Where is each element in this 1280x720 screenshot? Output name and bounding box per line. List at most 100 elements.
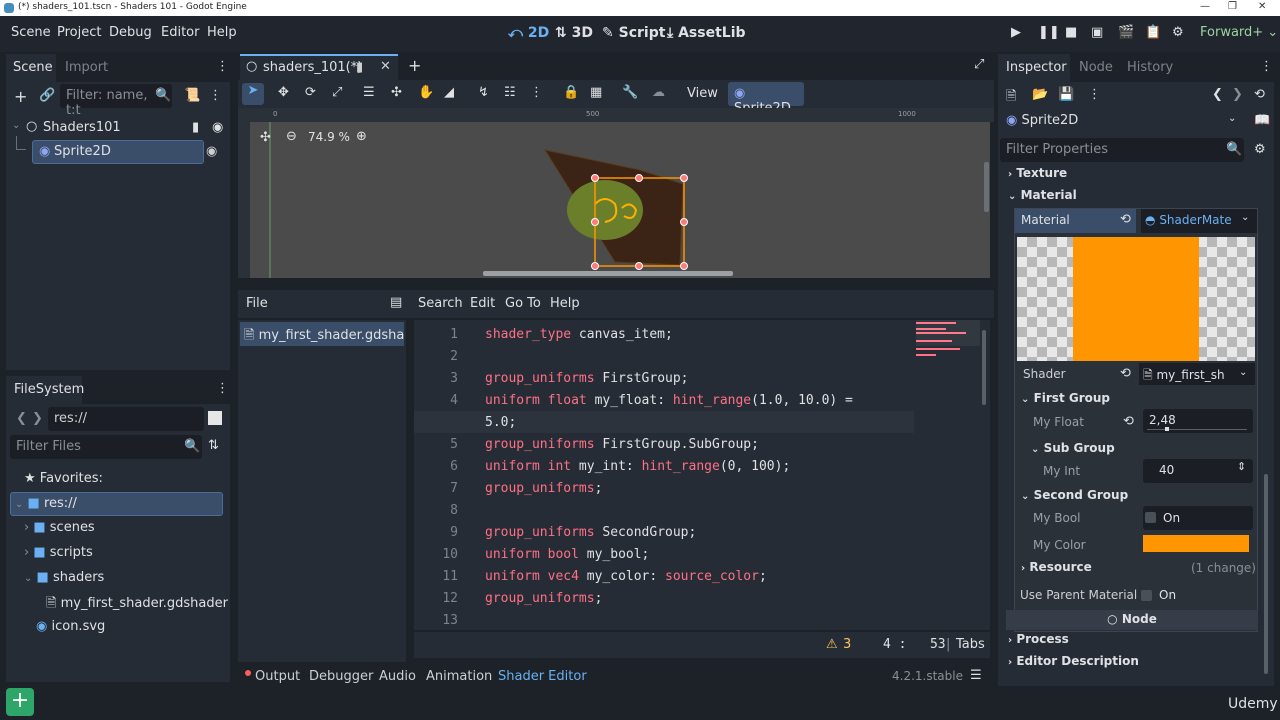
scene-menu-icon[interactable]: ⋮ (209, 88, 222, 103)
group-icon[interactable]: ▦ (590, 85, 602, 100)
properties-filter-input[interactable]: Filter Properties (1000, 138, 1244, 162)
add-node-icon[interactable]: + (14, 87, 27, 106)
shader-file-item[interactable]: 🗎 my_first_shader.gdsha... (240, 322, 404, 346)
menu-dots-icon[interactable]: ⋮ (216, 381, 229, 396)
group-first[interactable]: ⌄ First Group (1021, 391, 1110, 405)
group-second[interactable]: ⌄ Second Group (1021, 488, 1128, 502)
script-indicator-icon[interactable]: ▮ (192, 120, 199, 135)
indent-mode[interactable]: Tabs (956, 637, 985, 652)
restore-icon[interactable]: ❐ (1228, 1, 1237, 12)
scale-tool-icon[interactable]: ⤢ (332, 85, 342, 100)
my-float-slider-grabber[interactable] (1165, 427, 1169, 431)
minimize-icon[interactable]: — (1200, 1, 1210, 12)
distraction-free-icon[interactable]: ⤢ (974, 57, 984, 72)
tab-audio[interactable]: Audio (379, 669, 416, 684)
attach-script-icon[interactable]: 📜 (184, 88, 200, 103)
doc-icon[interactable]: 📖 (1254, 113, 1270, 128)
view-menu[interactable]: View (687, 86, 718, 101)
new-resource-icon[interactable]: 🗎 (1006, 87, 1016, 109)
visibility-eye-icon[interactable]: ◉ (212, 120, 223, 135)
section-editor-description[interactable]: › Editor Description (1008, 654, 1139, 668)
link-icon[interactable]: 🔗 (39, 88, 55, 103)
visibility-toggle-icon[interactable]: ☁ (652, 85, 665, 100)
folder-scripts[interactable]: › ■ scripts (24, 545, 224, 569)
tree-node-shaders101[interactable]: ⌄ ○ Shaders101 ▮ ◉ (12, 117, 226, 141)
pivot-tool-icon[interactable]: ✣ (391, 85, 402, 100)
remote-debug-icon[interactable]: ▣ (1091, 25, 1103, 40)
grid-snap-icon[interactable]: ☷ (504, 85, 516, 100)
my-float-slider-track[interactable] (1147, 429, 1247, 430)
menu-file[interactable]: File (246, 296, 268, 311)
sort-icon[interactable]: ⇅ (208, 438, 219, 453)
history-forward-icon[interactable]: ❯ (1232, 87, 1243, 102)
file-icon-svg[interactable]: ◉ icon.svg (36, 619, 226, 643)
lock-icon[interactable]: 🔒 (563, 85, 579, 100)
close-tab-icon[interactable]: ✕ (380, 59, 391, 74)
shader-value[interactable]: 🗎 my_first_sh (1139, 363, 1255, 385)
skeleton-icon[interactable]: 🔧 (622, 85, 638, 100)
movie-maker-icon[interactable]: ⚙ (1172, 25, 1184, 40)
tab-filesystem[interactable]: FileSystem (6, 376, 84, 404)
collapse-arrow-icon[interactable]: ⌄ (12, 120, 20, 131)
tab-shaders101[interactable]: ○ shaders_101(*) ▮ ✕ (240, 54, 398, 80)
mode-3d-button[interactable]: ⇅ 3D (555, 25, 593, 41)
spin-arrows-icon[interactable]: ⇕ (1237, 460, 1246, 473)
tab-debugger[interactable]: Debugger (309, 669, 373, 684)
menu-debug[interactable]: Debug (109, 25, 152, 40)
tab-animation[interactable]: Animation (426, 669, 492, 684)
section-resource[interactable]: › Resource (1021, 560, 1092, 574)
sprite2d-menu[interactable]: ◉ Sprite2D (728, 82, 804, 116)
chevron-down-icon[interactable]: ⌄ (1241, 212, 1249, 223)
expand-panel-icon[interactable]: ☰ (970, 668, 982, 683)
folder-res[interactable]: ⌄ ■ res:// (10, 492, 223, 516)
mode-assetlib-button[interactable]: ⤓ AssetLib (667, 25, 746, 41)
select-tool-icon[interactable]: ➤ (242, 83, 264, 105)
my-float-input[interactable]: 2,48 (1143, 409, 1253, 433)
tab-import[interactable]: Import (65, 60, 108, 75)
menu-goto[interactable]: Go To (505, 296, 541, 311)
material-value[interactable]: ◓ ShaderMate (1141, 209, 1257, 233)
path-input[interactable]: res:// (48, 407, 204, 431)
section-material[interactable]: ⌄ Material (1008, 188, 1077, 202)
menu-dots-icon[interactable]: ⋮ (216, 59, 229, 74)
my-color-swatch[interactable] (1143, 535, 1249, 552)
warning-icon[interactable]: ⚠ (826, 637, 838, 652)
tab-output[interactable]: Output (255, 669, 300, 684)
chevron-down-icon[interactable]: ⌄ (1239, 367, 1247, 378)
object-selector[interactable]: ◉ Sprite2D (1002, 110, 1242, 132)
inspector-scrollbar[interactable] (1264, 474, 1268, 674)
folder-shaders[interactable]: ⌄ ■ shaders (24, 570, 224, 594)
list-select-icon[interactable]: ☰ (363, 85, 375, 100)
tab-history[interactable]: History (1127, 60, 1173, 75)
revert-icon[interactable]: ⟲ (1123, 414, 1134, 429)
code-editor[interactable]: 1 shader_type canvas_item; 2 3 group_uni… (414, 320, 990, 630)
tab-scene[interactable]: Scene (6, 54, 56, 82)
mode-2d-button[interactable]: ⤺ 2D (508, 25, 549, 41)
section-texture[interactable]: › Texture (1008, 166, 1067, 180)
visibility-eye-icon[interactable]: ◉ (206, 144, 217, 159)
zoom-in-icon[interactable]: ⊕ (356, 129, 367, 144)
folder-scenes[interactable]: › ■ scenes (24, 520, 224, 544)
chevron-down-icon[interactable]: ⌄ (1228, 113, 1236, 124)
group-sub[interactable]: ⌄ Sub Group (1031, 441, 1115, 455)
tree-node-sprite2d[interactable]: ◉ Sprite2D (32, 140, 204, 164)
close-window-icon[interactable]: ✕ (1258, 1, 1266, 12)
move-tool-icon[interactable]: ✥ (278, 85, 289, 100)
forward-icon[interactable]: ❯ (32, 411, 43, 426)
zoom-out-icon[interactable]: ⊖ (286, 129, 297, 144)
my-bool-checkbox[interactable]: On (1143, 506, 1253, 530)
extra-options-icon[interactable]: ⋮ (1088, 87, 1101, 102)
back-icon[interactable]: ❮ (16, 411, 27, 426)
menu-help[interactable]: Help (550, 296, 580, 311)
menu-scene[interactable]: Scene (11, 25, 51, 40)
add-icon[interactable]: + (6, 688, 34, 716)
ruler-tool-icon[interactable]: ◢ (444, 85, 454, 100)
menu-editor[interactable]: Editor (161, 25, 199, 40)
use-parent-material-checkbox[interactable]: On (1141, 584, 1241, 606)
save-resource-icon[interactable]: 💾 (1058, 87, 1074, 102)
play-scene-icon[interactable]: 🎬 (1118, 25, 1134, 40)
zoom-level[interactable]: 74.9 % (308, 130, 350, 144)
settings-icon[interactable]: ⚙ (1254, 142, 1266, 157)
center-view-icon[interactable]: ✣ (260, 130, 271, 145)
snap-options-icon[interactable]: ⋮ (530, 85, 543, 100)
